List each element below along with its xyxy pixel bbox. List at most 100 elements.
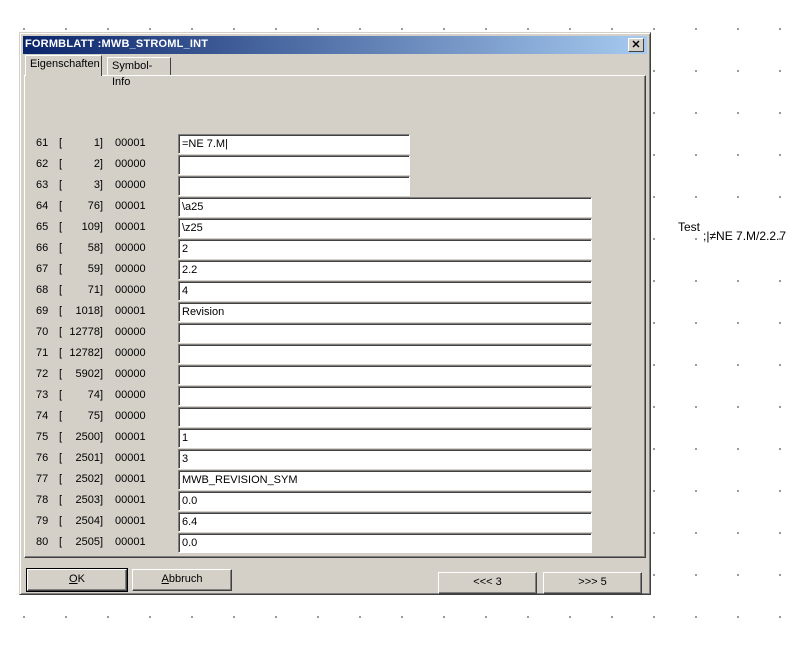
row-flag: 00000 — [115, 368, 146, 380]
row-id-bracket: [ — [59, 305, 63, 317]
row-number: 79 — [36, 515, 49, 527]
row-id-bracket: [ — [59, 452, 63, 464]
window-title: FORMBLATT :MWB_STROML_INT — [25, 38, 209, 50]
property-row: 66 [58] 00000 2 — [25, 239, 625, 260]
row-id: 2505] — [75, 536, 103, 548]
row-flag: 00001 — [115, 431, 146, 443]
row-flag: 00001 — [115, 452, 146, 464]
row-id-bracket: [ — [59, 494, 63, 506]
title-bar[interactable]: FORMBLATT :MWB_STROML_INT ✕ — [23, 36, 647, 54]
row-flag: 00000 — [115, 347, 146, 359]
row-flag: 00001 — [115, 494, 146, 506]
cancel-hotkey: A — [161, 573, 169, 585]
property-value-field[interactable]: 0.0 — [178, 533, 592, 553]
property-value-field[interactable] — [178, 176, 410, 196]
row-number: 72 — [36, 368, 49, 380]
property-value-field[interactable]: =NE 7.M| — [178, 134, 410, 154]
property-row: 73 [74] 00000 — [25, 386, 625, 407]
row-id: 2503] — [75, 494, 103, 506]
property-value-field[interactable]: 3 — [178, 449, 592, 469]
property-value-field[interactable]: 0.0 — [178, 491, 592, 511]
row-id: 1] — [93, 137, 103, 149]
property-row: 76 [2501] 00001 3 — [25, 449, 625, 470]
row-id-bracket: [ — [59, 263, 63, 275]
property-row: 67 [59] 00000 2.2 — [25, 260, 625, 281]
row-number: 76 — [36, 452, 49, 464]
tab-symbol-info[interactable]: Symbol-Info — [107, 57, 171, 88]
prev-page-label: <<< 3 — [473, 576, 502, 588]
row-id-bracket: [ — [59, 347, 63, 359]
row-number: 68 — [36, 284, 49, 296]
row-id-bracket: [ — [59, 536, 63, 548]
property-value-field[interactable]: 6.4 — [178, 512, 592, 532]
ok-hotkey: O — [69, 573, 78, 585]
cancel-button[interactable]: Abbruch — [132, 569, 232, 591]
row-flag: 00000 — [115, 242, 146, 254]
property-row: 80 [2505] 00001 0.0 — [25, 533, 625, 554]
row-flag: 00001 — [115, 536, 146, 548]
property-row: 63 [3] 00000 — [25, 176, 625, 197]
canvas-label-value: ;|≠NE 7.M/2.2.7 — [703, 229, 787, 243]
row-id-bracket: [ — [59, 242, 63, 254]
close-icon: ✕ — [631, 39, 641, 51]
row-number: 63 — [36, 179, 49, 191]
row-number: 66 — [36, 242, 49, 254]
property-value-field[interactable] — [178, 344, 592, 364]
row-id: 2500] — [75, 431, 103, 443]
row-id-bracket: [ — [59, 515, 63, 527]
property-row: 72 [5902] 00000 — [25, 365, 625, 386]
row-id-bracket: [ — [59, 284, 63, 296]
property-value-field[interactable]: 4 — [178, 281, 592, 301]
ok-button[interactable]: OK — [26, 568, 128, 592]
row-flag: 00001 — [115, 200, 146, 212]
property-value-field[interactable]: Revision — [178, 302, 592, 322]
row-id-bracket: [ — [59, 158, 63, 170]
row-id: 59] — [87, 263, 103, 275]
prev-page-button[interactable]: <<< 3 — [438, 572, 537, 594]
row-id: 2504] — [75, 515, 103, 527]
close-button[interactable]: ✕ — [628, 38, 644, 52]
row-id: 1018] — [75, 305, 103, 317]
property-value-field[interactable] — [178, 155, 410, 175]
row-id: 3] — [93, 179, 103, 191]
row-number: 67 — [36, 263, 49, 275]
property-value-field[interactable]: 2.2 — [178, 260, 592, 280]
property-value-field[interactable]: \a25 — [178, 197, 592, 217]
row-id-bracket: [ — [59, 473, 63, 485]
row-flag: 00000 — [115, 158, 146, 170]
row-number: 74 — [36, 410, 49, 422]
property-row: 64 [76] 00001 \a25 — [25, 197, 625, 218]
row-id-bracket: [ — [59, 389, 63, 401]
row-flag: 00000 — [115, 326, 146, 338]
property-row: 62 [2] 00000 — [25, 155, 625, 176]
property-value-field[interactable]: \z25 — [178, 218, 592, 238]
row-number: 78 — [36, 494, 49, 506]
row-flag: 00000 — [115, 179, 146, 191]
row-id: 109] — [81, 221, 103, 233]
property-value-field[interactable]: 1 — [178, 428, 592, 448]
property-value-field[interactable] — [178, 407, 592, 427]
property-value-field[interactable]: MWB_REVISION_SYM — [178, 470, 592, 490]
row-flag: 00000 — [115, 263, 146, 275]
row-id-bracket: [ — [59, 179, 63, 191]
row-number: 77 — [36, 473, 49, 485]
row-flag: 00001 — [115, 137, 146, 149]
property-value-field[interactable] — [178, 323, 592, 343]
row-flag: 00000 — [115, 410, 146, 422]
property-value-field[interactable]: 2 — [178, 239, 592, 259]
property-row: 79 [2504] 00001 6.4 — [25, 512, 625, 533]
row-number: 70 — [36, 326, 49, 338]
row-id-bracket: [ — [59, 368, 63, 380]
property-value-field[interactable] — [178, 386, 592, 406]
property-row: 68 [71] 00000 4 — [25, 281, 625, 302]
row-id-bracket: [ — [59, 200, 63, 212]
tab-eigenschaften[interactable]: Eigenschaften — [25, 55, 102, 76]
property-value-field[interactable] — [178, 365, 592, 385]
row-id: 71] — [87, 284, 103, 296]
next-page-button[interactable]: >>> 5 — [543, 572, 642, 594]
row-id: 75] — [87, 410, 103, 422]
tab-eigenschaften-label: Eigenschaften — [30, 58, 100, 70]
row-id-bracket: [ — [59, 431, 63, 443]
row-number: 69 — [36, 305, 49, 317]
row-id-bracket: [ — [59, 221, 63, 233]
